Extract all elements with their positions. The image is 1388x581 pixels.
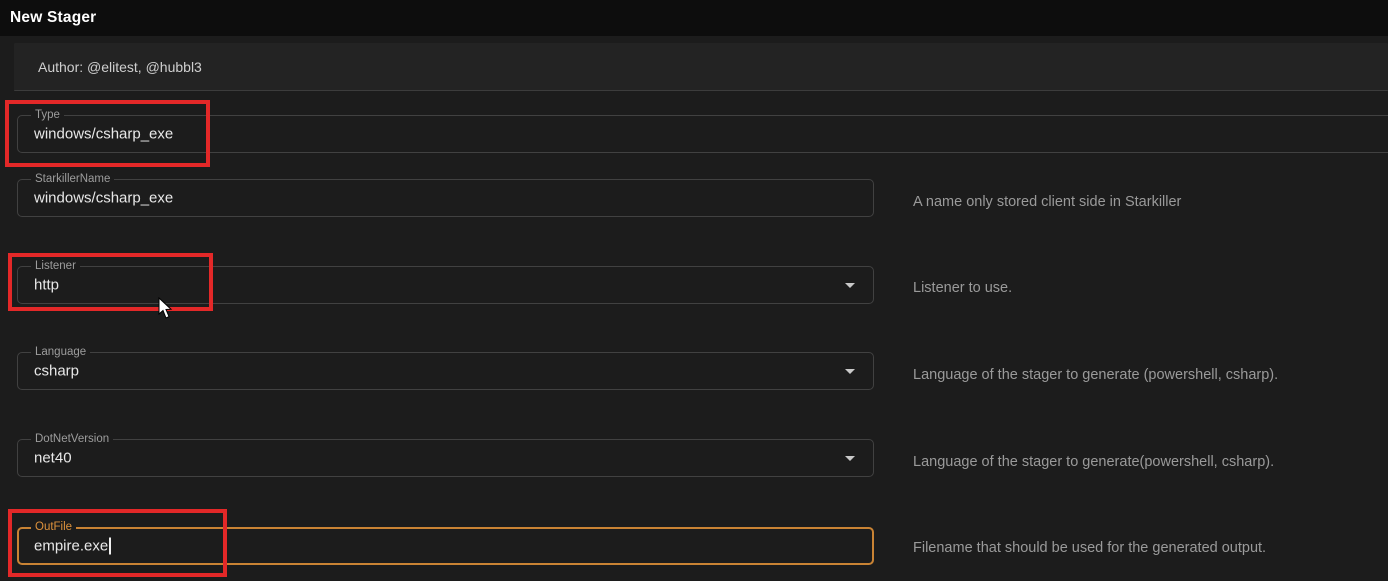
- author-panel: Author: @elitest, @hubbl3: [14, 43, 1388, 91]
- language-value: csharp: [34, 363, 79, 380]
- chevron-down-icon[interactable]: [845, 369, 855, 374]
- mouse-cursor-icon: [158, 297, 173, 320]
- starkillername-value: windows/csharp_exe: [34, 190, 173, 207]
- annotation-highlight-outfile: [8, 509, 227, 577]
- dotnetversion-helper: Language of the stager to generate(power…: [913, 453, 1274, 471]
- outfile-helper: Filename that should be used for the gen…: [913, 539, 1266, 557]
- dotnetversion-label: DotNetVersion: [31, 433, 113, 446]
- language-helper: Language of the stager to generate (powe…: [913, 366, 1278, 384]
- starkillername-label: StarkillerName: [31, 173, 114, 186]
- chevron-down-icon[interactable]: [845, 283, 855, 288]
- author-text: Author: @elitest, @hubbl3: [38, 59, 202, 75]
- starkillername-input[interactable]: StarkillerName windows/csharp_exe: [17, 179, 874, 217]
- type-select[interactable]: Type windows/csharp_exe: [17, 115, 1388, 153]
- language-select[interactable]: Language csharp: [17, 352, 874, 390]
- dotnetversion-value: net40: [34, 450, 72, 467]
- annotation-highlight-listener: [8, 253, 213, 311]
- listener-helper: Listener to use.: [913, 279, 1012, 297]
- starkillername-helper: A name only stored client side in Starki…: [913, 193, 1181, 211]
- chevron-down-icon[interactable]: [845, 456, 855, 461]
- page-title: New Stager: [10, 9, 96, 27]
- title-bar: New Stager: [0, 0, 1388, 36]
- language-label: Language: [31, 346, 90, 359]
- dotnetversion-select[interactable]: DotNetVersion net40: [17, 439, 874, 477]
- annotation-highlight-type: [5, 100, 210, 167]
